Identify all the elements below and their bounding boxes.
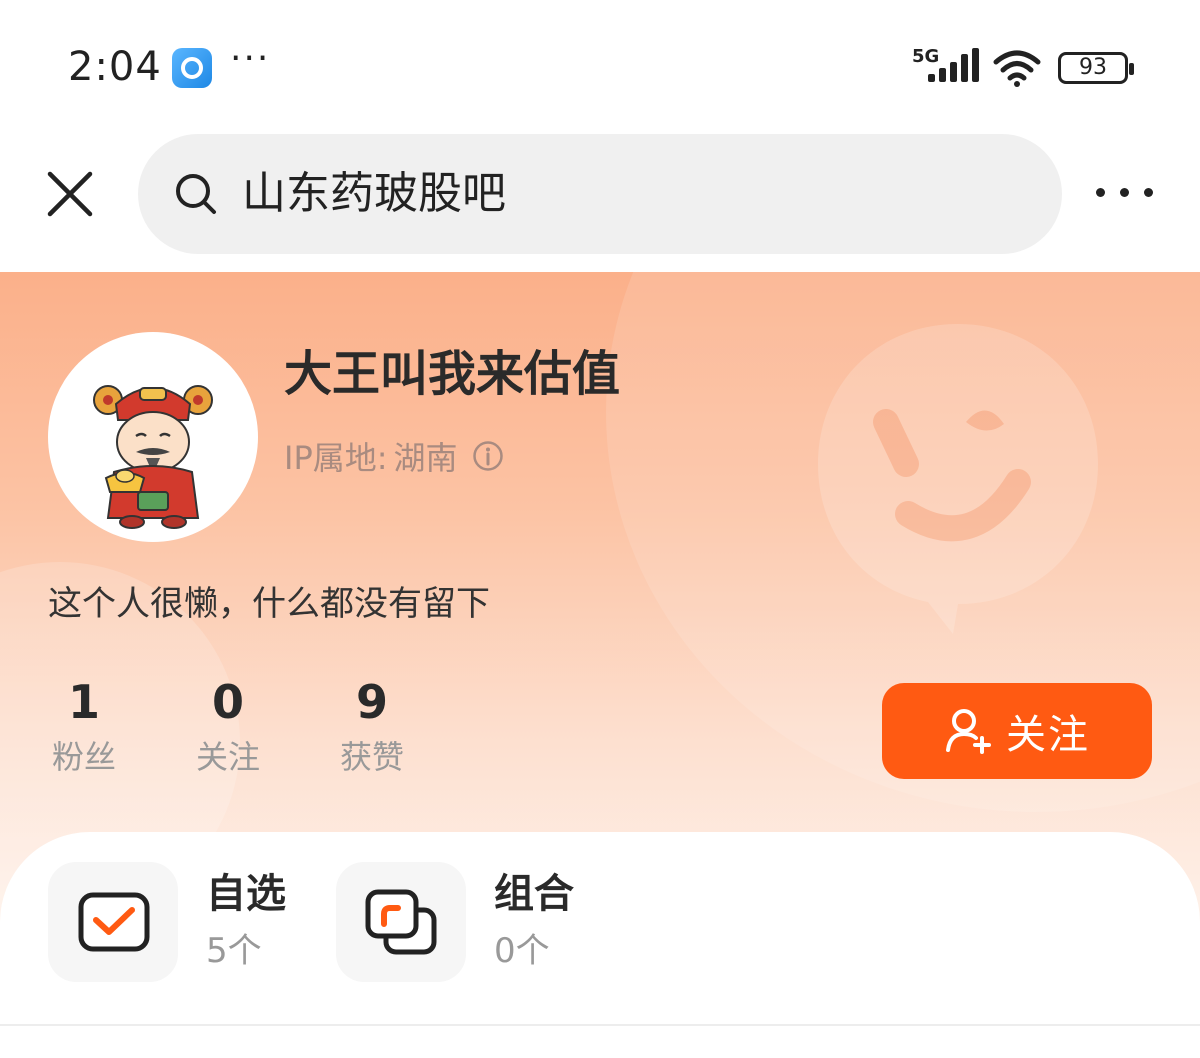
shortcut-portfolio[interactable]: 组合 0个: [336, 862, 596, 982]
shortcut-title: 组合: [494, 871, 574, 917]
checkbox-icon: [78, 892, 150, 952]
follow-button[interactable]: 关注: [882, 683, 1152, 779]
more-notifications-icon: ···: [230, 38, 271, 79]
stat-fans[interactable]: 1 粉丝: [44, 672, 124, 782]
search-icon: [176, 174, 216, 214]
stat-label: 获赞: [339, 738, 404, 776]
status-time: 2:04: [68, 44, 162, 90]
follow-button-label: 关注: [1006, 712, 1090, 758]
more-options-icon[interactable]: [1090, 182, 1160, 206]
stat-following[interactable]: 0 关注: [188, 672, 268, 782]
ip-location: IP属地: 湖南: [284, 434, 504, 478]
smiley-watermark-icon: [818, 324, 1098, 634]
shortcut-count: 5个: [206, 931, 262, 971]
search-input[interactable]: 山东药玻股吧: [138, 134, 1062, 254]
shortcut-title: 自选: [206, 871, 286, 917]
battery-level: 93: [1079, 55, 1107, 80]
network-type-label: 5G: [912, 46, 940, 67]
info-icon[interactable]: [472, 440, 504, 472]
stat-label: 关注: [195, 738, 260, 776]
shortcut-watchlist[interactable]: 自选 5个: [48, 862, 308, 982]
battery-icon: 93: [1058, 52, 1134, 84]
wifi-icon: [993, 50, 1041, 87]
ip-value: 湖南: [393, 439, 458, 477]
close-icon[interactable]: [44, 168, 96, 220]
stat-label: 粉丝: [51, 738, 116, 776]
combination-icon-box: [336, 862, 466, 982]
add-user-icon: [946, 709, 991, 754]
stat-value: 1: [67, 675, 100, 729]
avatar[interactable]: [48, 332, 258, 542]
search-query-text: 山东药玻股吧: [242, 168, 506, 219]
user-name: 大王叫我来估值: [284, 346, 621, 402]
stat-value: 9: [355, 675, 388, 729]
caishen-avatar-icon: [93, 385, 213, 529]
shortcut-count: 0个: [494, 931, 550, 971]
stat-likes[interactable]: 9 获赞: [332, 672, 412, 782]
user-bio: 这个人很懒，什么都没有留下: [48, 584, 490, 624]
checkbox-icon-box: [48, 862, 178, 982]
ip-label: IP属地:: [284, 439, 388, 477]
combination-icon: [365, 889, 437, 955]
status-bar: 2:04 ··· 5G 93: [0, 0, 1200, 120]
divider: [0, 1024, 1200, 1026]
cellular-signal-icon: 5G: [912, 46, 982, 86]
browser-app-icon: [172, 48, 212, 88]
stat-value: 0: [211, 675, 244, 729]
